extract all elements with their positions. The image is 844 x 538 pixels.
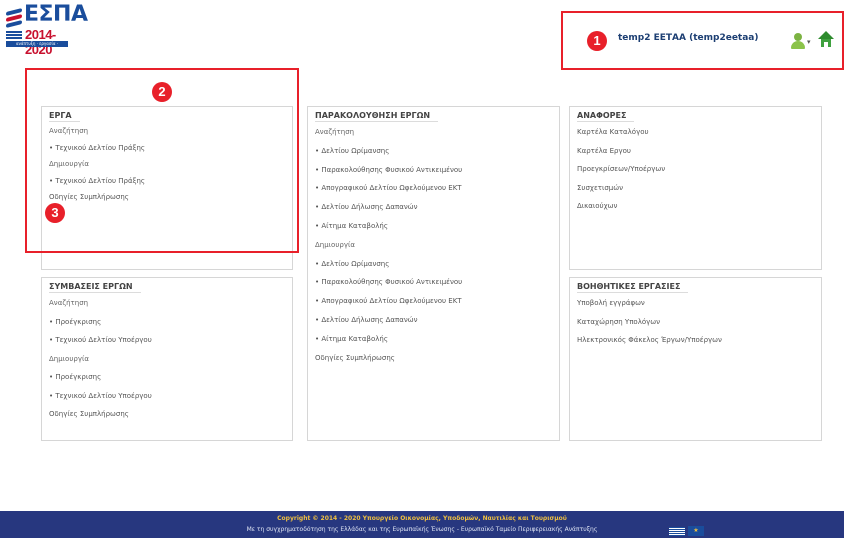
link-create-preapproval[interactable]: • Προέγκρισης bbox=[49, 368, 288, 387]
panel-anafores: ΑΝΑΦΟΡΕΣ Καρτέλα Καταλόγου Καρτέλα Εργου… bbox=[569, 106, 822, 270]
link-payment-request[interactable]: • Αίτημα Καταβολής bbox=[315, 217, 555, 236]
panel-links: Αναζήτηση • Τεχνικού Δελτίου Πράξης Δημι… bbox=[49, 123, 288, 206]
eu-flag-icon bbox=[6, 31, 22, 39]
link-preapprovals-subprojects[interactable]: Προεγκρίσεων/Υποέργων bbox=[577, 160, 817, 179]
link-electronic-folder[interactable]: Ηλεκτρονικός Φάκελος Έργων/Υποέργων bbox=[577, 331, 817, 350]
panel-erga: ΕΡΓΑ Αναζήτηση • Τεχνικού Δελτίου Πράξης… bbox=[41, 106, 293, 270]
link-maturity-sheet[interactable]: • Δελτίου Ωρίμανσης bbox=[315, 255, 555, 274]
link-create-technical-sheet[interactable]: • Τεχνικού Δελτίου Πράξης bbox=[49, 173, 288, 190]
section-label: Δημιουργία bbox=[49, 354, 89, 363]
greek-flag-icon bbox=[669, 527, 685, 536]
panel-voithitikes: ΒΟΗΘΗΤΙΚΕΣ ΕΡΓΑΣΙΕΣ Υποβολή εγγράφων Κατ… bbox=[569, 277, 822, 441]
link-search-subproject-sheet[interactable]: • Τεχνικού Δελτίου Υποέργου bbox=[49, 331, 288, 350]
panel-parakolouthisi: ΠΑΡΑΚΟΛΟΥΘΗΣΗ ΕΡΓΩΝ Αναζήτηση • Δελτίου … bbox=[307, 106, 560, 441]
copyright-text: Copyright © 2014 - 2020 Υπουργείο Οικονο… bbox=[277, 515, 567, 522]
link-correlations[interactable]: Συσχετισμών bbox=[577, 179, 817, 198]
link-create-subproject-sheet[interactable]: • Τεχνικού Δελτίου Υποέργου bbox=[49, 387, 288, 406]
panel-title: ΒΟΗΘΗΤΙΚΕΣ ΕΡΓΑΣΙΕΣ bbox=[577, 282, 689, 293]
logo-tagline: ανάπτυξη · εργασία · αλληλεγγύη bbox=[6, 41, 68, 47]
link-instructions[interactable]: Οδηγίες Συμπλήρωσης bbox=[315, 349, 555, 368]
panel-symvaseis: ΣΥΜΒΑΣΕΙΣ ΕΡΓΩΝ Αναζήτηση • Προέγκρισης … bbox=[41, 277, 293, 441]
link-search-preapproval[interactable]: • Προέγκρισης bbox=[49, 313, 288, 332]
panel-title: ΣΥΜΒΑΣΕΙΣ ΕΡΓΩΝ bbox=[49, 282, 141, 293]
section-label: Αναζήτηση bbox=[49, 127, 89, 135]
eu-flag-icon: ★ bbox=[688, 526, 704, 536]
link-payment-request[interactable]: • Αίτημα Καταβολής bbox=[315, 330, 555, 349]
section-label: Δημιουργία bbox=[49, 160, 89, 168]
user-name: temp2 ΕΕΤΑΑ (temp2eetaa) bbox=[618, 33, 759, 43]
link-search-technical-sheet[interactable]: • Τεχνικού Δελτίου Πράξης bbox=[49, 140, 288, 157]
cofunding-text: Με τη συγχρηματοδότηση της Ελλάδας και τ… bbox=[246, 526, 598, 533]
panel-links: Αναζήτηση • Δελτίου Ωρίμανσης • Παρακολο… bbox=[315, 123, 555, 367]
link-project-card[interactable]: Καρτέλα Εργου bbox=[577, 142, 817, 161]
link-catalog-card[interactable]: Καρτέλα Καταλόγου bbox=[577, 123, 817, 142]
logo-title: ΕΣΠΑ bbox=[24, 2, 88, 27]
page-header: ΕΣΠΑ 2014-2020 ανάπτυξη · εργασία · αλλη… bbox=[0, 0, 844, 78]
section-label: Δημιουργία bbox=[315, 240, 355, 249]
page-footer: Copyright © 2014 - 2020 Υπουργείο Οικονο… bbox=[0, 511, 844, 538]
annotation-badge-3: 3 bbox=[45, 203, 65, 223]
link-maturity-sheet[interactable]: • Δελτίου Ωρίμανσης bbox=[315, 142, 555, 161]
link-instructions[interactable]: Οδηγίες Συμπλήρωσης bbox=[49, 405, 288, 424]
annotation-badge-2: 2 bbox=[152, 82, 172, 102]
link-ekt-beneficiary-sheet[interactable]: • Απογραφικού Δελτίου Ωφελούμενου ΕΚΤ bbox=[315, 292, 555, 311]
link-instructions[interactable]: Οδηγίες Συμπλήρωσης bbox=[49, 189, 288, 206]
link-physical-object-monitoring[interactable]: • Παρακολούθησης Φυσικού Αντικειμένου bbox=[315, 273, 555, 292]
user-info-box: 1 temp2 ΕΕΤΑΑ (temp2eetaa) ▾ bbox=[561, 11, 844, 70]
link-expense-declaration[interactable]: • Δελτίου Δήλωσης Δαπανών bbox=[315, 198, 555, 217]
espa-logo[interactable]: ΕΣΠΑ 2014-2020 ανάπτυξη · εργασία · αλλη… bbox=[6, 2, 88, 57]
panel-links: Καρτέλα Καταλόγου Καρτέλα Εργου Προεγκρί… bbox=[577, 123, 817, 216]
annotation-badge-1: 1 bbox=[587, 31, 607, 51]
panel-links: Αναζήτηση • Προέγκρισης • Τεχνικού Δελτί… bbox=[49, 294, 288, 424]
section-label: Αναζήτηση bbox=[315, 128, 355, 136]
link-beneficiaries[interactable]: Δικαιούχων bbox=[577, 197, 817, 216]
panel-title: ΑΝΑΦΟΡΕΣ bbox=[577, 111, 636, 122]
panel-links: Υποβολή εγγράφων Καταχώρηση Υπολόγων Ηλε… bbox=[577, 294, 817, 350]
panel-title: ΕΡΓΑ bbox=[49, 111, 80, 122]
link-expense-declaration[interactable]: • Δελτίου Δήλωσης Δαπανών bbox=[315, 311, 555, 330]
section-label: Αναζήτηση bbox=[49, 299, 89, 307]
panel-title: ΠΑΡΑΚΟΛΟΥΘΗΣΗ ΕΡΓΩΝ bbox=[315, 111, 439, 122]
home-icon[interactable] bbox=[817, 31, 835, 49]
link-ekt-beneficiary-sheet[interactable]: • Απογραφικού Δελτίου Ωφελούμενου ΕΚΤ bbox=[315, 179, 555, 198]
link-register-accountables[interactable]: Καταχώρηση Υπολόγων bbox=[577, 313, 817, 332]
link-submit-documents[interactable]: Υποβολή εγγράφων bbox=[577, 294, 817, 313]
link-physical-object-monitoring[interactable]: • Παρακολούθησης Φυσικού Αντικειμένου bbox=[315, 161, 555, 180]
user-menu-icon[interactable]: ▾ bbox=[791, 32, 813, 50]
